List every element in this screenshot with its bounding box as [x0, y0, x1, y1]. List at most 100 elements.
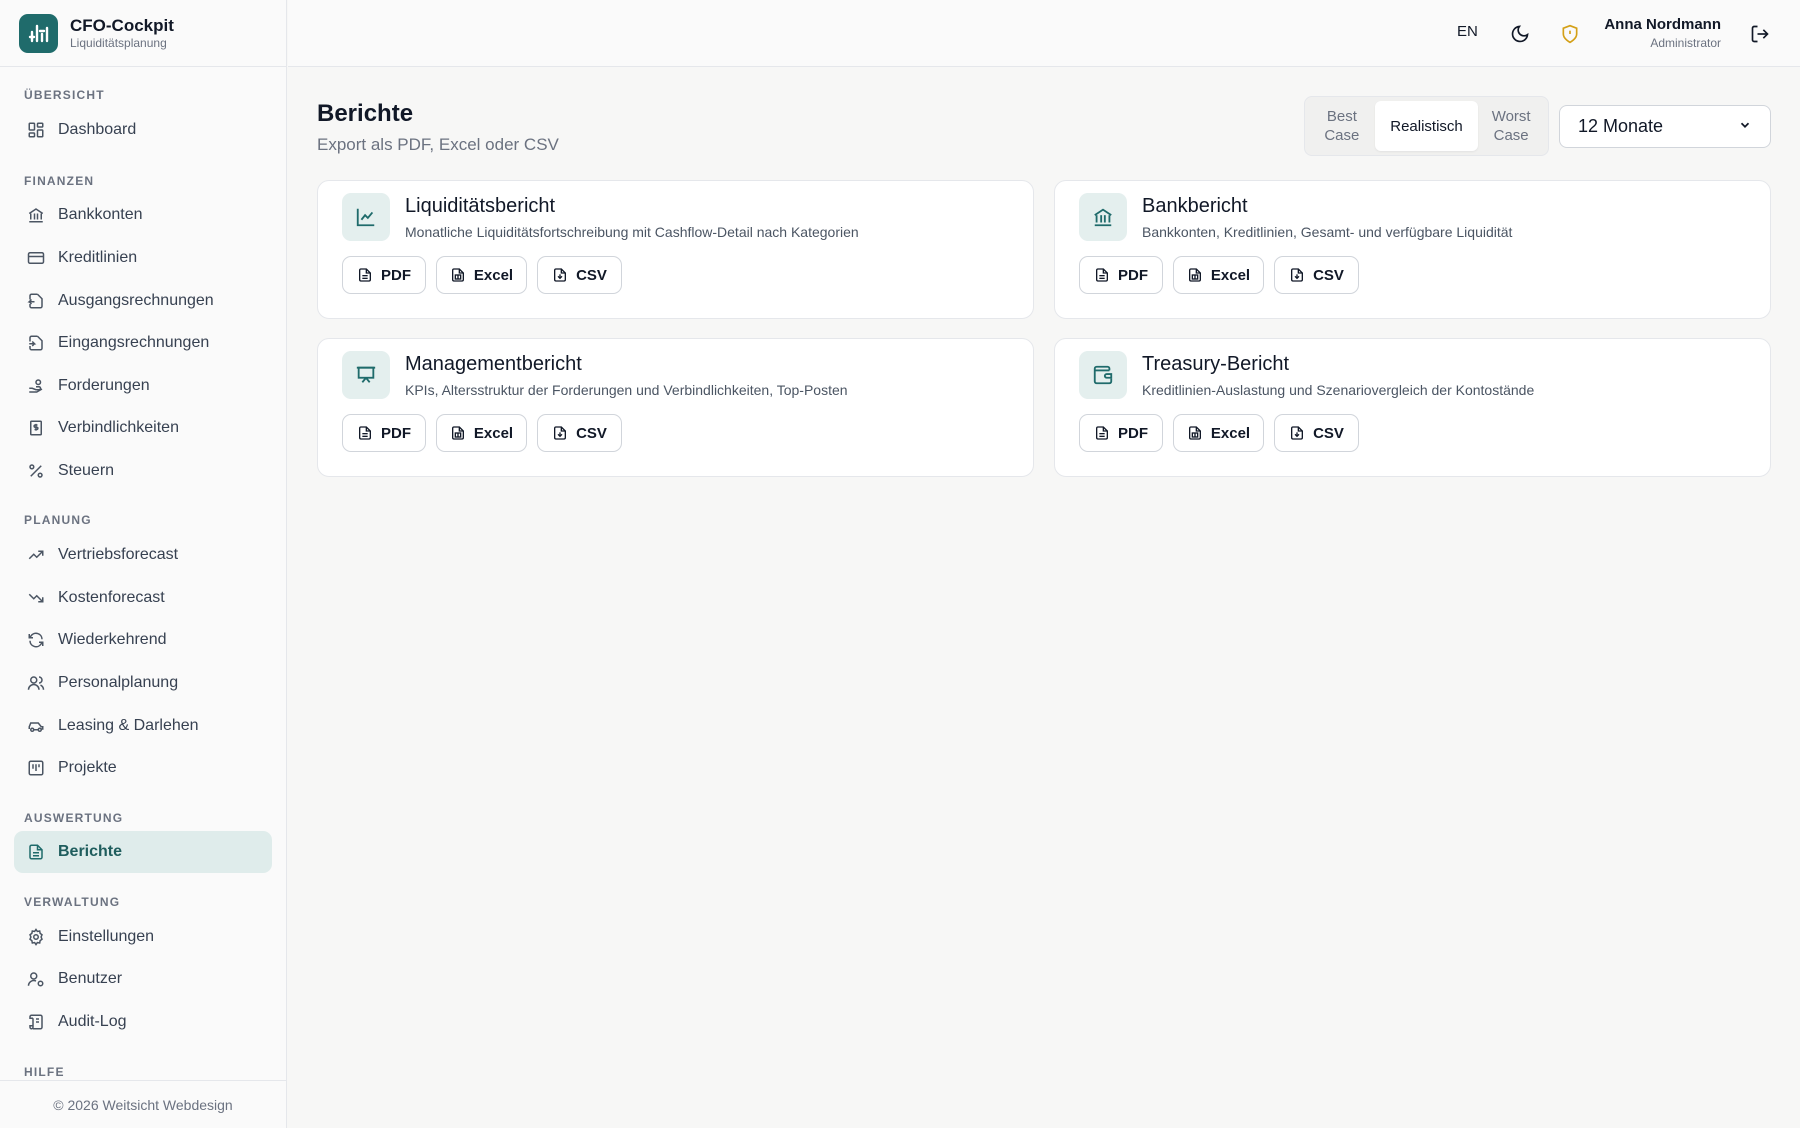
- section-finance: FINANZEN: [24, 174, 95, 188]
- report-title: Managementbericht: [405, 353, 582, 375]
- trending-down-icon: [26, 588, 46, 608]
- sidebar-item-label: Ausgangsrechnungen: [58, 292, 214, 309]
- report-title: Treasury-Bericht: [1142, 353, 1290, 375]
- sidebar-item-sales-forecast[interactable]: Vertriebsforecast: [14, 534, 272, 576]
- export-csv-label: CSV: [1313, 424, 1344, 442]
- report-card-treasury: Treasury-Bericht Kreditlinien-Auslastung…: [1054, 338, 1771, 477]
- export-excel-button[interactable]: Excel: [436, 256, 527, 294]
- export-csv-label: CSV: [576, 424, 607, 442]
- moon-icon[interactable]: [1508, 22, 1532, 46]
- export-csv-label: CSV: [1313, 266, 1344, 284]
- page-subtitle: Export als PDF, Excel oder CSV: [317, 135, 559, 154]
- scenario-best-line2: Case: [1324, 127, 1360, 144]
- sidebar-item-label: Eingangsrechnungen: [58, 334, 210, 351]
- bank-icon: [26, 205, 46, 225]
- sidebar-item-outgoing-invoices[interactable]: Ausgangsrechnungen: [14, 280, 272, 322]
- scenario-best-line1: Best: [1326, 108, 1357, 125]
- export-pdf-label: PDF: [1118, 424, 1148, 442]
- hand-coins-icon: [26, 376, 46, 396]
- section-help: HILFE: [24, 1065, 65, 1079]
- user-name[interactable]: Anna Nordmann: [1604, 16, 1721, 33]
- section-overview: ÜBERSICHT: [24, 88, 105, 102]
- sidebar-item-label: Leasing & Darlehen: [58, 717, 199, 734]
- sidebar-item-personnel[interactable]: Personalplanung: [14, 662, 272, 704]
- export-excel-label: Excel: [1210, 266, 1251, 284]
- sidebar-item-dashboard[interactable]: Dashboard: [14, 109, 272, 151]
- export-csv-button[interactable]: CSV: [1274, 256, 1359, 294]
- scenario-worst-case-button[interactable]: Worst Case: [1478, 107, 1544, 145]
- scenario-best-case-button[interactable]: Best Case: [1309, 107, 1375, 145]
- export-excel-label: Excel: [473, 266, 514, 284]
- user-cog-icon: [26, 969, 46, 989]
- sidebar-item-audit-log[interactable]: Audit-Log: [14, 1001, 272, 1043]
- wallet-icon: [1079, 351, 1127, 399]
- bank-icon: [1079, 193, 1127, 241]
- export-pdf-button[interactable]: PDF: [1079, 256, 1163, 294]
- sidebar-item-projects[interactable]: Projekte: [14, 747, 272, 789]
- sidebar-item-incoming-invoices[interactable]: Eingangsrechnungen: [14, 322, 272, 364]
- period-select[interactable]: 12 Monate: [1559, 105, 1771, 148]
- file-download-icon: [552, 425, 568, 441]
- language-toggle[interactable]: EN: [1457, 23, 1478, 40]
- export-pdf-label: PDF: [381, 424, 411, 442]
- export-csv-button[interactable]: CSV: [1274, 414, 1359, 452]
- report-description: KPIs, Altersstruktur der Forderungen und…: [405, 382, 848, 398]
- export-excel-button[interactable]: Excel: [1173, 256, 1264, 294]
- brand[interactable]: CFO-Cockpit Liquiditätsplanung: [0, 0, 286, 67]
- sidebar-nav: ÜBERSICHT Dashboard FINANZEN Bankkonten …: [0, 67, 286, 1080]
- shield-alert-icon[interactable]: [1558, 22, 1582, 46]
- export-pdf-button[interactable]: PDF: [342, 414, 426, 452]
- sidebar-item-users[interactable]: Benutzer: [14, 958, 272, 1000]
- sidebar-item-label: Dashboard: [58, 121, 137, 138]
- sidebar-item-cost-forecast[interactable]: Kostenforecast: [14, 577, 272, 619]
- report-card-bank: Bankbericht Bankkonten, Kreditlinien, Ge…: [1054, 180, 1771, 319]
- export-pdf-button[interactable]: PDF: [342, 256, 426, 294]
- sidebar-item-credit-lines[interactable]: Kreditlinien: [14, 237, 272, 279]
- sidebar-item-label: Vertriebsforecast: [58, 546, 179, 563]
- sidebar-item-reports[interactable]: Berichte: [14, 831, 272, 873]
- credit-card-icon: [26, 248, 46, 268]
- scenario-realistic-button[interactable]: Realistisch: [1374, 101, 1479, 151]
- file-download-icon: [1289, 267, 1305, 283]
- export-pdf-button[interactable]: PDF: [1079, 414, 1163, 452]
- scroll-icon: [26, 1012, 46, 1032]
- sidebar-item-label: Audit-Log: [58, 1013, 127, 1030]
- export-csv-button[interactable]: CSV: [537, 256, 622, 294]
- section-planning: PLANUNG: [24, 513, 92, 527]
- scenario-toggle: Best Case Realistisch Worst Case: [1304, 96, 1549, 156]
- export-csv-label: CSV: [576, 266, 607, 284]
- percent-icon: [26, 461, 46, 481]
- sidebar-item-bank-accounts[interactable]: Bankkonten: [14, 194, 272, 236]
- sidebar-item-recurring[interactable]: Wiederkehrend: [14, 619, 272, 661]
- report-description: Monatliche Liquiditätsfortschreibung mit…: [405, 224, 859, 240]
- sidebar-item-label: Personalplanung: [58, 674, 179, 691]
- file-text-icon: [26, 842, 46, 862]
- refresh-icon: [26, 630, 46, 650]
- trending-up-icon: [26, 545, 46, 565]
- export-excel-button[interactable]: Excel: [1173, 414, 1264, 452]
- sidebar-item-leasing[interactable]: Leasing & Darlehen: [14, 705, 272, 747]
- receipt-dollar-icon: [26, 418, 46, 438]
- presentation-icon: [342, 351, 390, 399]
- sidebar-item-receivables[interactable]: Forderungen: [14, 365, 272, 407]
- period-selected-value: 12 Monate: [1578, 116, 1664, 136]
- sidebar-item-taxes[interactable]: Steuern: [14, 450, 272, 492]
- topbar: EN Anna Nordmann Administrator: [288, 0, 1800, 67]
- export-csv-button[interactable]: CSV: [537, 414, 622, 452]
- section-evaluation: AUSWERTUNG: [24, 811, 124, 825]
- gear-icon: [26, 927, 46, 947]
- sidebar-item-liabilities[interactable]: Verbindlichkeiten: [14, 407, 272, 449]
- spreadsheet-icon: [1187, 267, 1203, 283]
- car-icon: [26, 716, 46, 736]
- sidebar-item-settings[interactable]: Einstellungen: [14, 916, 272, 958]
- export-excel-button[interactable]: Excel: [436, 414, 527, 452]
- logout-icon[interactable]: [1748, 22, 1772, 46]
- section-admin: VERWALTUNG: [24, 895, 121, 909]
- brand-title: CFO-Cockpit: [70, 15, 174, 35]
- sidebar: CFO-Cockpit Liquiditätsplanung ÜBERSICHT…: [0, 0, 287, 1128]
- users-icon: [26, 673, 46, 693]
- report-title: Bankbericht: [1142, 195, 1248, 217]
- file-icon: [1094, 425, 1110, 441]
- sidebar-item-label: Wiederkehrend: [58, 631, 167, 648]
- sidebar-footer: © 2026 Weitsicht Webdesign: [0, 1080, 286, 1128]
